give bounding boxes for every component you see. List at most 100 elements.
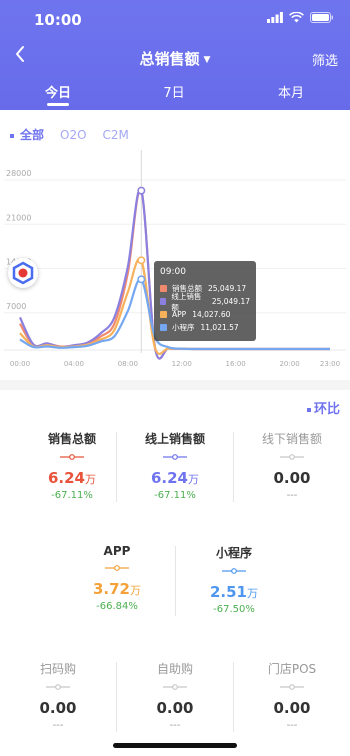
tooltip-row: APP 14,027.60 [160,308,250,321]
legend-line-icon [60,454,84,460]
filter-all[interactable]: 全部 [10,126,44,143]
filter-o2o[interactable]: O2O [60,128,87,142]
metric-value: 6.24 [47,469,85,487]
metric-divider [116,662,117,732]
metric-store-pos[interactable]: 门店POS 0.00 --- [242,660,342,731]
tab-this-month[interactable]: 本月 [261,82,321,101]
tooltip-row: 小程序 11,021.57 [160,321,250,334]
metric-mini-program[interactable]: 小程序 2.51万 -67.50% [184,544,284,615]
legend-line-icon [46,684,70,690]
metric-total-sales[interactable]: 销售总额 6.24万 -67.11% [22,430,122,501]
tooltip-value: 14,027.60 [192,310,231,319]
metric-value-group: 6.24万 [22,469,122,487]
metric-name: 销售总额 [47,432,96,446]
metric-name: 自助购 [156,662,193,676]
metric-change: -67.11% [154,490,196,501]
assistant-logo-icon [12,261,34,285]
legend-line-icon [222,568,246,574]
compare-marker [306,407,311,412]
section-divider [0,380,350,390]
filter-button[interactable]: 筛选 [312,50,338,69]
tooltip-swatch [160,324,167,331]
x-tick-label: 00:00 [10,360,30,368]
metric-unit: 万 [130,584,141,597]
metric-value-group: 6.24万 [125,469,225,487]
metric-name: 小程序 [215,546,252,560]
metric-value: 2.51 [209,583,247,601]
signal-icon [267,12,283,23]
metric-unit: 万 [188,473,199,486]
caret-down-icon: ▼ [203,54,211,65]
header: 10:00 总销售额 ▼ 筛选 今日 7日 本月 [0,0,350,110]
filter-c2m[interactable]: C2M [103,128,129,142]
tooltip-row: 线上销售额 25,049.17 [160,292,250,312]
legend-line-icon [105,565,129,571]
metric-value: 0.00 [156,699,194,717]
x-tick-label: 20:00 [279,360,299,368]
y-tick-label: 21000 [6,213,31,222]
metric-change: -67.11% [51,490,93,501]
legend-line-icon [163,454,187,460]
x-tick-label: 12:00 [172,360,192,368]
metric-change: --- [286,720,298,731]
metric-change: -66.84% [96,601,138,612]
tooltip-value: 11,021.57 [200,323,239,332]
metric-offline-sales[interactable]: 线下销售额 0.00 --- [242,430,342,501]
metric-change: -67.50% [213,604,255,615]
metric-value: 0.00 [273,469,311,487]
metric-value-group: 0.00 [242,469,342,487]
tooltip-label: 小程序 [172,323,195,332]
x-tick-label: 04:00 [64,360,84,368]
tooltip-value: 25,049.17 [211,297,250,306]
tooltip-title: 09:00 [160,267,186,277]
metric-online-sales[interactable]: 线上销售额 6.24万 -67.11% [125,430,225,501]
legend-line-icon [280,454,304,460]
tooltip-label: APP [172,310,187,319]
metric-value: 0.00 [39,699,77,717]
tooltip-value: 25,049.17 [208,284,247,293]
page-title: 总销售额 [139,50,200,68]
x-tick-label: 16:00 [226,360,246,368]
metric-divider [233,432,234,502]
filter-dot [10,133,14,138]
metric-value: 3.72 [92,580,130,598]
active-tab-indicator [47,103,69,106]
series-point-marker [137,186,146,195]
tooltip-swatch [160,298,167,305]
legend-line-icon [163,684,187,690]
compare-toggle[interactable]: 环比 [306,398,340,417]
metric-name: 线下销售额 [261,432,322,446]
metric-scan-purchase[interactable]: 扫码购 0.00 --- [8,660,108,731]
floating-assistant-button[interactable] [8,258,38,288]
tooltip-swatch [160,285,167,292]
metric-divider [175,546,176,616]
battery-icon [310,12,333,23]
status-time: 10:00 [34,11,82,29]
y-tick-label: 7000 [6,302,26,311]
legend-line-icon [280,684,304,690]
wifi-icon [289,12,304,23]
metric-name: APP [103,544,131,558]
series-point-marker [137,275,146,284]
chart-tooltip: 09:00 销售总额 25,049.17 线上销售额 25,049.17 APP… [154,261,256,341]
home-indicator [113,743,237,748]
y-tick-label: 28000 [6,169,31,178]
tab-today[interactable]: 今日 [28,82,88,101]
metric-name: 扫码购 [39,662,76,676]
page-title-dropdown[interactable]: 总销售额 ▼ [0,48,350,69]
metric-change: --- [169,720,181,731]
metric-name: 线上销售额 [144,432,205,446]
period-tabs: 今日 7日 本月 [0,80,350,108]
metric-self-checkout[interactable]: 自助购 0.00 --- [125,660,225,731]
metric-value-group: 0.00 [242,699,342,717]
metric-change: --- [286,490,298,501]
metric-value: 0.00 [273,699,311,717]
metric-name: 门店POS [267,662,317,676]
tab-7-days[interactable]: 7日 [144,82,204,101]
metric-value-group: 0.00 [125,699,225,717]
compare-label: 环比 [313,402,340,417]
status-icons [267,12,334,23]
metric-app[interactable]: APP 3.72万 -66.84% [67,544,167,612]
channel-filters: 全部 O2O C2M [10,126,129,143]
filter-all-label: 全部 [20,128,45,142]
